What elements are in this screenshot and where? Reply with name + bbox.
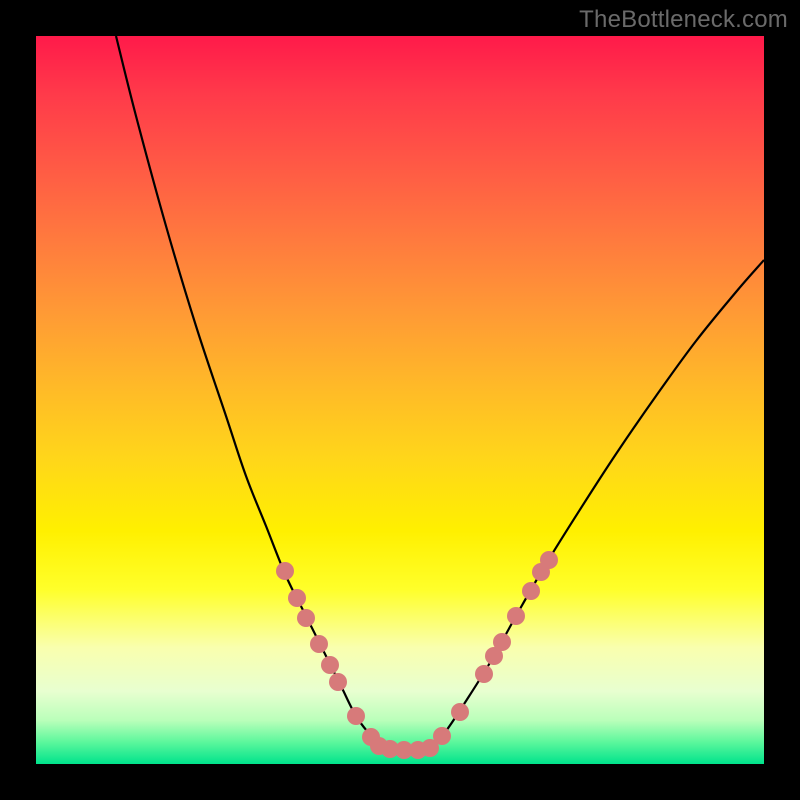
- marker-point: [321, 656, 339, 674]
- marker-point: [310, 635, 328, 653]
- marker-point: [329, 673, 347, 691]
- marker-point: [297, 609, 315, 627]
- bottleneck-curve: [116, 36, 764, 750]
- marker-point: [276, 562, 294, 580]
- marker-point: [370, 737, 388, 755]
- marker-point: [395, 741, 413, 759]
- marker-point: [493, 633, 511, 651]
- marker-point: [485, 647, 503, 665]
- marker-point: [288, 589, 306, 607]
- marker-point: [421, 739, 439, 757]
- highlight-markers: [276, 551, 558, 759]
- marker-point: [433, 727, 451, 745]
- marker-point: [540, 551, 558, 569]
- marker-point: [347, 707, 365, 725]
- marker-point: [362, 728, 380, 746]
- marker-point: [532, 563, 550, 581]
- marker-point: [522, 582, 540, 600]
- chart-plot-area: [36, 36, 764, 764]
- marker-point: [475, 665, 493, 683]
- marker-point: [381, 740, 399, 758]
- marker-point: [409, 741, 427, 759]
- watermark-text: TheBottleneck.com: [579, 6, 788, 34]
- marker-point: [507, 607, 525, 625]
- marker-point: [451, 703, 469, 721]
- chart-svg: [36, 36, 764, 764]
